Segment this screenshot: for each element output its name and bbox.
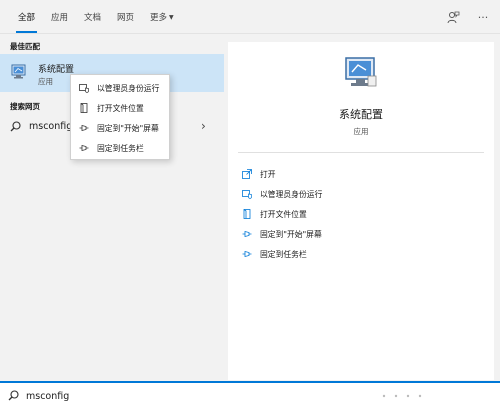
divider bbox=[238, 152, 484, 153]
ctx-item-label: 打开文件位置 bbox=[97, 104, 144, 113]
search-icon bbox=[8, 390, 19, 401]
best-match-title: 系统配置 bbox=[38, 65, 75, 75]
feedback-icon[interactable] bbox=[446, 10, 460, 24]
system-config-icon bbox=[11, 64, 26, 79]
pin-icon bbox=[79, 124, 89, 132]
preview-subtitle: 应用 bbox=[353, 127, 369, 136]
pin-icon bbox=[79, 144, 89, 152]
ctx-pin-to-start[interactable]: 固定到"开始"屏幕 bbox=[71, 118, 169, 138]
tab-all[interactable]: 全部 bbox=[15, 11, 38, 33]
admin-icon bbox=[79, 84, 89, 93]
ctx-open-file-location[interactable]: 打开文件位置 bbox=[71, 98, 169, 118]
action-label: 打开 bbox=[260, 170, 276, 179]
ctx-run-as-admin[interactable]: 以管理员身份运行 bbox=[71, 78, 169, 98]
tab-more[interactable]: 更多 ▼ bbox=[150, 11, 174, 27]
loading-dots-icon bbox=[382, 394, 422, 398]
action-label: 以管理员身份运行 bbox=[260, 190, 323, 199]
tab-apps[interactable]: 应用 bbox=[51, 11, 68, 27]
search-input[interactable] bbox=[26, 387, 406, 405]
ctx-item-label: 固定到任务栏 bbox=[97, 144, 144, 153]
search-bar bbox=[0, 381, 500, 408]
best-match-heading: 最佳匹配 bbox=[10, 42, 40, 51]
file-location-icon bbox=[243, 209, 251, 219]
preview-panel: 系统配置 应用 打开 以管理员身份运行 打开文件位置 固定到"开始"屏幕 固定到… bbox=[228, 42, 494, 380]
best-match-subtitle: 应用 bbox=[38, 77, 53, 86]
more-options-icon[interactable]: ··· bbox=[476, 10, 490, 24]
context-menu: 以管理员身份运行 打开文件位置 固定到"开始"屏幕 固定到任务栏 bbox=[70, 74, 170, 160]
ctx-pin-to-taskbar[interactable]: 固定到任务栏 bbox=[71, 138, 169, 158]
search-icon bbox=[10, 121, 21, 132]
chevron-right-icon[interactable]: › bbox=[201, 119, 206, 133]
pin-icon bbox=[242, 230, 252, 238]
system-config-icon bbox=[345, 57, 377, 87]
tab-documents[interactable]: 文档 bbox=[84, 11, 101, 27]
preview-title: 系统配置 bbox=[339, 108, 383, 121]
web-search-heading: 搜索网页 bbox=[10, 102, 40, 111]
web-search-query: msconfig bbox=[29, 121, 73, 132]
open-icon bbox=[242, 169, 252, 179]
chevron-down-icon: ▼ bbox=[169, 14, 174, 21]
tab-web[interactable]: 网页 bbox=[117, 11, 134, 27]
action-label: 固定到"开始"屏幕 bbox=[260, 230, 322, 239]
admin-icon bbox=[242, 190, 252, 199]
filter-tab-bar: 全部 应用 文档 网页 更多 ▼ ··· bbox=[0, 0, 500, 34]
action-label: 打开文件位置 bbox=[260, 210, 307, 219]
tab-more-label: 更多 bbox=[150, 13, 168, 23]
ctx-item-label: 以管理员身份运行 bbox=[97, 84, 160, 93]
ctx-item-label: 固定到"开始"屏幕 bbox=[97, 124, 159, 133]
action-label: 固定到任务栏 bbox=[260, 250, 307, 259]
file-location-icon bbox=[80, 103, 88, 113]
pin-icon bbox=[242, 250, 252, 258]
